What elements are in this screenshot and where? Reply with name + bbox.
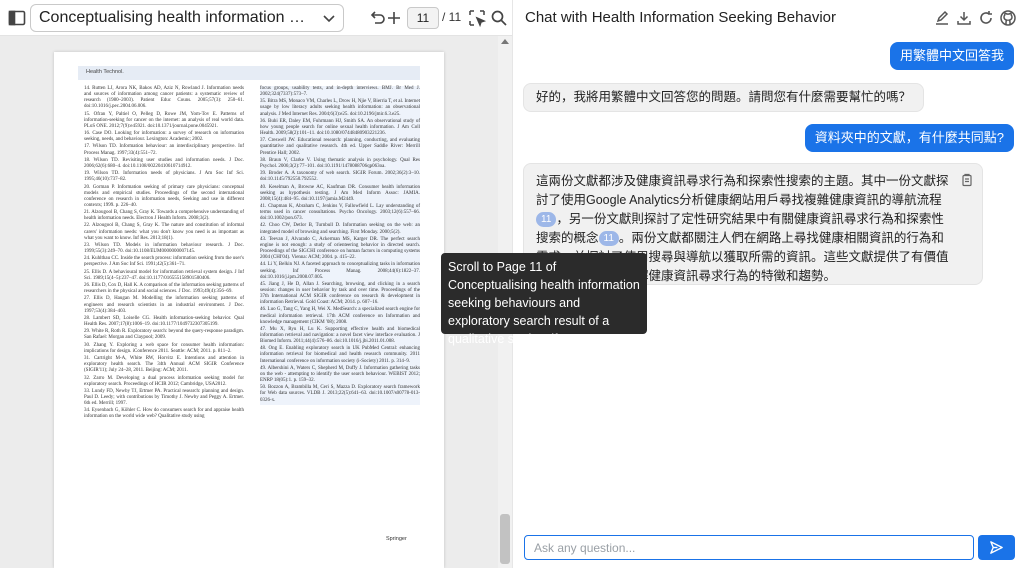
pdf-toolbar: Conceptualising health information see..… (0, 0, 512, 36)
reference-item: 41. Chapman K, Abraham C, Jenkins V, Fal… (260, 204, 420, 222)
chat-title: Chat with Health Information Seeking Beh… (525, 9, 837, 26)
user-message: 資料夾中的文獻，有什麼共同點? (804, 124, 1014, 152)
references-right-column-highlighted: focus groups, usability tests, and in-de… (260, 86, 420, 405)
reference-item: 27. Ellis D, Haugan M. Modelling the inf… (84, 296, 244, 314)
answer-text: 這兩份文獻都涉及健康資訊尋求行為和探索性搜索的主題。其中一份文獻探討了使用Goo… (536, 174, 949, 207)
reference-item: 40. Keselman A, Browne AC, Kaufman DR. C… (260, 184, 420, 202)
reference-item: 29. White R, Roth R. Exploratory search:… (84, 329, 244, 341)
document-title: Conceptualising health information see..… (39, 9, 311, 26)
document-select[interactable]: Conceptualising health information see..… (30, 4, 344, 32)
reference-item: 21. Alzougool B, Chang S, Gray K. Toward… (84, 210, 244, 222)
app-window: Conceptualising health information see..… (0, 0, 1024, 568)
reference-item: 39. Broder A. A taxonomy of web search. … (260, 171, 420, 183)
reference-item: 43. Teevan J, Alvarado C, Ackerman MS, K… (260, 236, 420, 261)
scroll-to-page-tooltip: Scroll to Page 11 of Conceptualising hea… (441, 253, 647, 346)
springer-logo: Springer (386, 536, 407, 542)
scroll-thumb[interactable] (500, 514, 510, 564)
copy-icon[interactable] (960, 173, 974, 187)
reference-item: 23. Wilson TD. Models in information beh… (84, 242, 244, 255)
reference-item: focus groups, usability tests, and in-de… (260, 86, 420, 98)
citation-badge[interactable]: 11 (598, 231, 619, 246)
journal-name: Health Technol. (86, 69, 124, 75)
page-total: / 11 (442, 10, 462, 24)
reference-item: 26. Ellis D, Cox D, Hall K. A comparison… (84, 283, 244, 295)
reference-item: 15. Ofran Y, Paltiel O, Pelleg D, Rowe J… (84, 111, 244, 129)
refresh-icon[interactable] (977, 9, 995, 27)
reference-item: 42. Choo CW, Detlor B, Turnbull D. Infor… (260, 223, 420, 235)
sidebar-icon[interactable] (7, 8, 27, 28)
plus-icon[interactable] (384, 8, 404, 28)
reference-item: 33. Lundy FD, Newby TJ, Ertmer PA. Pract… (84, 388, 244, 407)
page-number-input[interactable]: 11 (407, 7, 439, 29)
reference-item: 45. Jiang J, He D, Allan J. Searching, b… (260, 281, 420, 306)
reference-item: 34. Eysenbach G, Köhler C. How do consum… (84, 408, 244, 420)
reference-item: 31. Cartright M-A, White RW, Horvitz E. … (84, 356, 244, 374)
github-icon[interactable] (999, 9, 1017, 27)
reference-item: 28. Lambert SD, Loiselle CG. Health info… (84, 315, 244, 327)
reference-item: 38. Braun V, Clarke V. Using thematic an… (260, 157, 420, 169)
pdf-viewer-pane: Conceptualising health information see..… (0, 0, 512, 568)
chat-input-wrapper (524, 535, 974, 560)
pdf-page: Health Technol. 14. Rutten LJ, Arora NK,… (54, 52, 444, 568)
reference-item: 20. Gorman P. Information seeking of pri… (84, 184, 244, 208)
select-area-icon[interactable] (467, 8, 487, 28)
user-message: 用繁體中文回答我 (889, 42, 1014, 70)
assistant-message: 好的，我將用繁體中文回答您的問題。請問您有什麼需要幫忙的嗎？ (523, 83, 925, 112)
send-icon (990, 541, 1003, 554)
reference-item: 18. Wilson TD. Revisiting user studies a… (84, 157, 244, 169)
reference-item: 19. Wilson TD. Information needs of phys… (84, 171, 244, 183)
reference-item: 30. Zhang Y. Exploring a web space for c… (84, 342, 244, 354)
journal-header-band (78, 66, 420, 80)
reference-item: 48. Ong E. Enabling exploratory search i… (260, 346, 420, 364)
search-icon[interactable] (489, 8, 509, 28)
reference-item: 35. Bitra MS, Monaco VM, Charles L, Drow… (260, 99, 420, 117)
reference-item: 32. Zarro M. Developing a dual process i… (84, 375, 244, 387)
reference-item: 46. Luo G, Tang C, Yang H, Wei X. MedSea… (260, 307, 420, 325)
edit-icon[interactable] (933, 9, 951, 27)
reference-item: 17. Wilson TD. Information behaviour: an… (84, 144, 244, 156)
citation-badge[interactable]: 11 (536, 212, 557, 227)
reference-item: 24. Kuhlthau CC. Inside the search proce… (84, 256, 244, 268)
reference-item: 16. Case DO. Looking for information: a … (84, 131, 244, 143)
reference-item: 22. Alzougool B, Chang S, Gray K. The na… (84, 223, 244, 241)
reference-item: 14. Rutten LJ, Arora NK, Bakos AD, Aziz … (84, 86, 244, 110)
reference-item: 44. Li Y, Belkin NJ. A faceted approach … (260, 262, 420, 280)
reference-item: 49. Albershini A, Waters C, Shepherd M, … (260, 365, 420, 384)
chat-input[interactable] (525, 536, 973, 559)
chevron-down-icon (321, 10, 337, 26)
send-button[interactable] (978, 535, 1015, 560)
reference-item: 25. Ellis D. A behavioural model for inf… (84, 269, 244, 281)
download-icon[interactable] (955, 9, 973, 27)
reference-item: 36. Buhi ER, Daley EM, Fuhrmann HJ, Smit… (260, 118, 420, 137)
reference-item: 37. Creswell JW. Educational research: p… (260, 138, 420, 156)
reference-item: 47. Mu X, Ryu H, Lu K. Supporting effect… (260, 326, 420, 345)
scroll-up-arrow-icon[interactable] (501, 39, 509, 44)
references-left-column: 14. Rutten LJ, Arora NK, Bakos AD, Aziz … (84, 86, 244, 422)
reference-item: 50. Bozzon A, Brambilla M, Ceri S, Mazza… (260, 385, 420, 403)
